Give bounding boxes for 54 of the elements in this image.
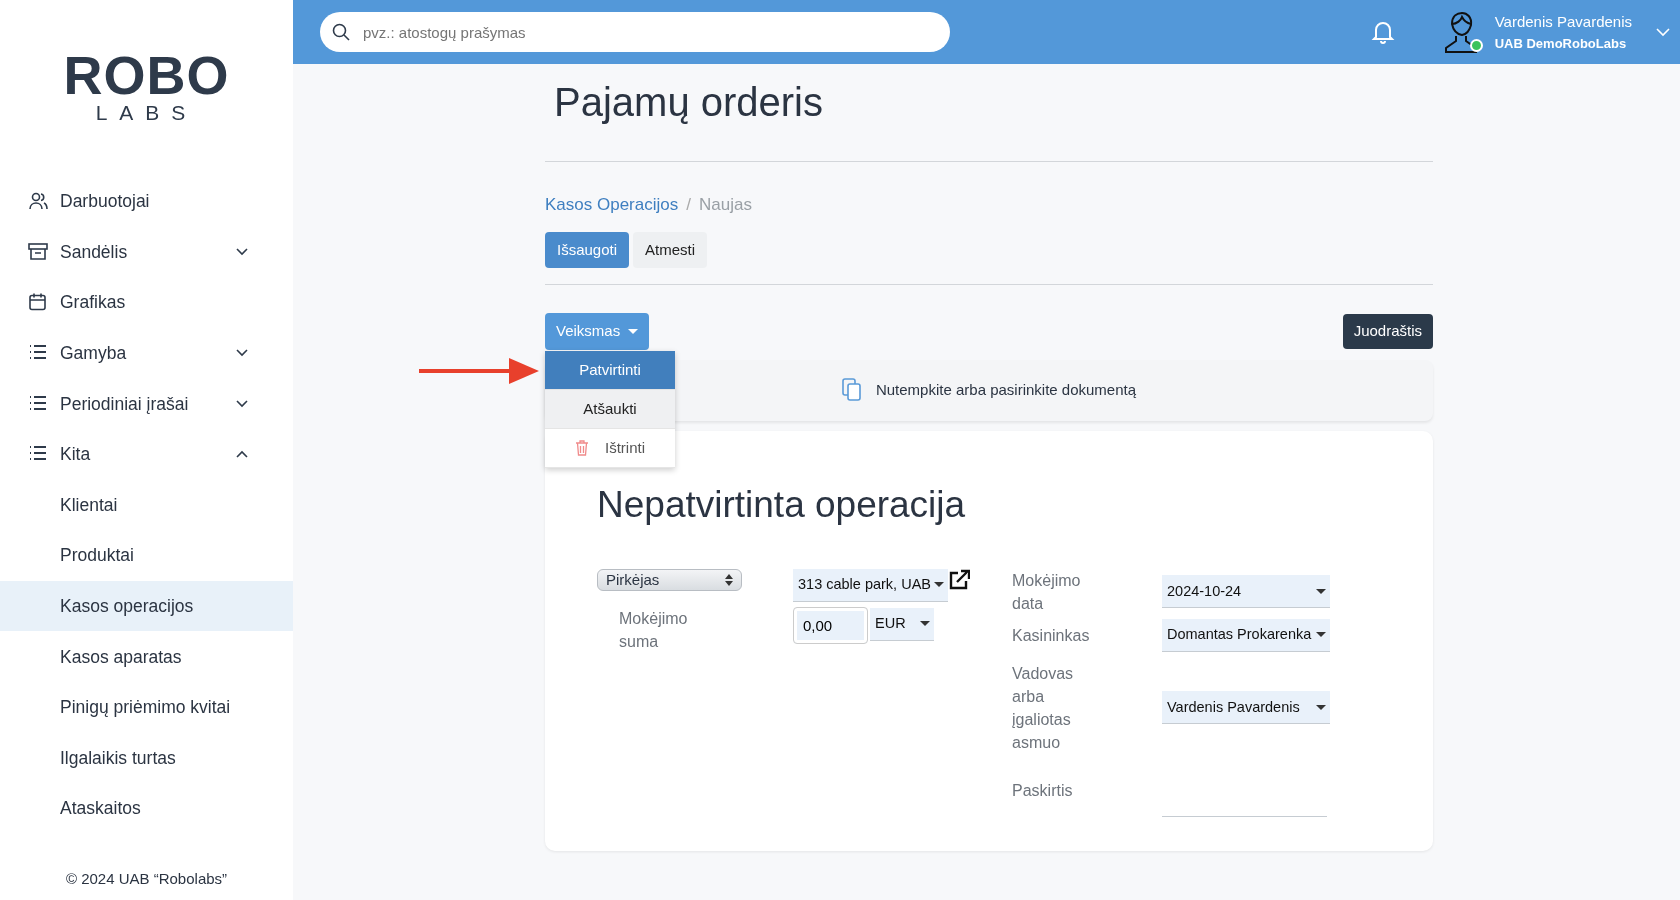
sidebar-subitem[interactable]: Kasos operacijos bbox=[0, 580, 293, 632]
chevron-down-icon[interactable] bbox=[1656, 27, 1670, 37]
sidebar-subitem[interactable]: Kasos aparatas bbox=[0, 631, 293, 682]
trash-icon bbox=[575, 440, 589, 456]
logo-text: ROBO bbox=[63, 47, 230, 102]
sidebar-item[interactable]: Kita bbox=[0, 428, 293, 480]
sidebar-item[interactable]: Sandėlis bbox=[0, 226, 293, 278]
amount-label: Mokėjimo suma bbox=[619, 608, 689, 652]
company-name: UAB DemoRoboLabs bbox=[1494, 34, 1628, 53]
page-title: Pajamų orderis bbox=[553, 79, 824, 126]
sidebar-subitem[interactable]: Pinigų priėmimo kvitai bbox=[0, 681, 293, 733]
sidebar-subitem[interactable]: Klientai bbox=[0, 479, 293, 531]
sidebar-subitem[interactable]: Produktai bbox=[0, 530, 293, 581]
status-button[interactable]: Juodraštis bbox=[1342, 314, 1433, 349]
field-label: Vadovas arba įgaliotas asmuo bbox=[1012, 663, 1075, 753]
field-label: Kasininkas bbox=[1012, 625, 1091, 646]
menu-item[interactable]: Patvirtinti bbox=[545, 351, 675, 390]
breadcrumb-current: Naujas bbox=[698, 194, 752, 216]
people-icon bbox=[28, 191, 48, 212]
search-icon bbox=[332, 23, 350, 41]
sidebar-item[interactable]: Gamyba bbox=[0, 327, 293, 379]
archive-icon bbox=[28, 241, 48, 262]
sidebar-item[interactable]: Grafikas bbox=[0, 277, 293, 328]
select-field[interactable]: Domantas Prokarenka bbox=[1162, 618, 1330, 652]
select-field[interactable]: Vardenis Pavardenis bbox=[1162, 691, 1330, 725]
arrow-icon bbox=[419, 356, 539, 386]
sidebar-subitem[interactable]: Ataskaitos bbox=[0, 783, 293, 834]
save-button[interactable]: Išsaugoti bbox=[545, 231, 630, 268]
documents-icon bbox=[841, 378, 862, 402]
menu-item[interactable]: Ištrinti bbox=[545, 429, 675, 468]
select-field[interactable]: 2024-10-24 bbox=[1162, 575, 1330, 609]
copyright-text: © 2024 UAB “Robolabs” bbox=[64, 868, 229, 889]
bell-icon[interactable] bbox=[1370, 19, 1395, 45]
calendar-icon bbox=[28, 292, 48, 313]
role-select[interactable]: Pirkėjas bbox=[597, 568, 742, 591]
menu-item[interactable]: Atšaukti bbox=[545, 390, 675, 429]
search-field[interactable]: pvz.: atostogų prašymas bbox=[320, 12, 950, 52]
sort-arrows-icon bbox=[725, 573, 733, 586]
form-title: Nepatvirtinta operacija bbox=[597, 482, 967, 527]
field-label: Paskirtis bbox=[1012, 780, 1074, 801]
breadcrumb-separator: / bbox=[686, 194, 691, 216]
logo-subtext: LABS bbox=[95, 101, 198, 123]
discard-button[interactable]: Atmesti bbox=[633, 231, 708, 268]
user-name: Vardenis Pavardenis bbox=[1494, 12, 1632, 32]
amount-field[interactable]: 0,00 bbox=[793, 606, 868, 644]
avatar-icon[interactable] bbox=[1442, 10, 1479, 54]
sidebar-item[interactable]: Darbuotojai bbox=[0, 176, 293, 227]
sidebar-item[interactable]: Periodiniai įrašai bbox=[0, 378, 293, 429]
external-link-icon[interactable] bbox=[948, 568, 970, 591]
sidebar-subitem[interactable]: Ilgalaikis turtas bbox=[0, 732, 293, 784]
partner-select[interactable]: 313 cable park, UAB bbox=[793, 568, 948, 602]
breadcrumb-link[interactable]: Kasos Operacijos bbox=[545, 192, 679, 218]
field-label: Mokėjimo data bbox=[1012, 570, 1082, 614]
currency-select[interactable]: EUR bbox=[870, 607, 934, 641]
